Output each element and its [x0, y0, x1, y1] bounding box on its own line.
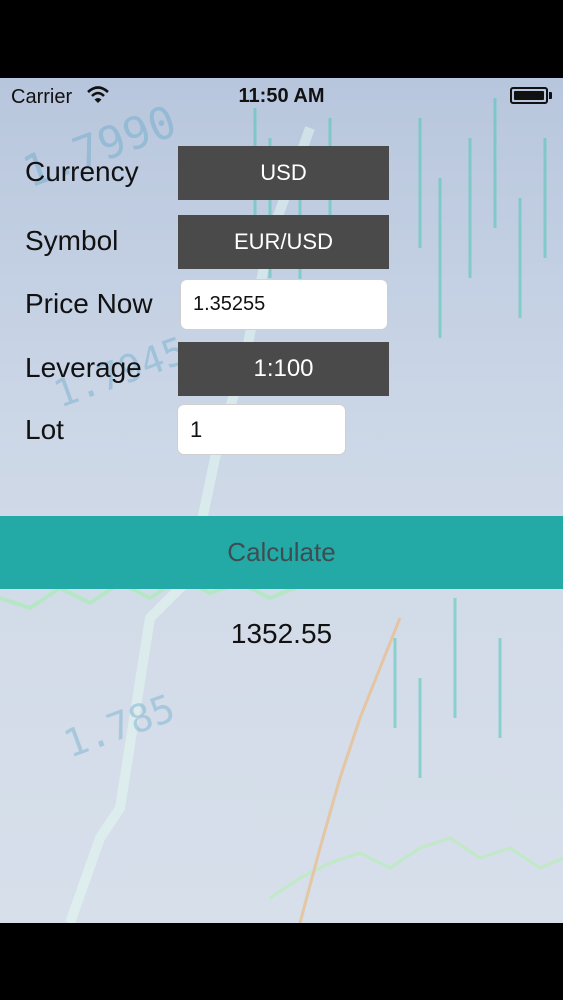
battery-icon [510, 87, 548, 104]
app-screen: 1.7990 1.7945 1.785 Carrier 11:50 AM Cur… [0, 78, 563, 923]
price-now-input[interactable]: 1.35255 [180, 279, 388, 330]
price-now-label: Price Now [25, 288, 153, 319]
background-chart-image: 1.7990 1.7945 1.785 [0, 96, 563, 923]
status-bar: Carrier 11:50 AM [0, 78, 563, 114]
symbol-selector[interactable]: EUR/USD [178, 215, 389, 269]
leverage-label: Leverage [25, 352, 142, 383]
svg-text:1.785: 1.785 [58, 686, 181, 766]
leverage-selector[interactable]: 1:100 [178, 342, 389, 396]
result-value: 1352.55 [230, 618, 333, 649]
battery-tip [549, 92, 552, 99]
currency-label: Currency [25, 156, 139, 187]
status-time: 11:50 AM [238, 85, 325, 107]
symbol-label: Symbol [25, 225, 119, 256]
currency-selector[interactable]: USD [178, 146, 389, 200]
lot-input[interactable]: 1 [177, 404, 346, 455]
lot-label: Lot [25, 414, 64, 445]
calculate-button[interactable]: Calculate [0, 516, 563, 589]
